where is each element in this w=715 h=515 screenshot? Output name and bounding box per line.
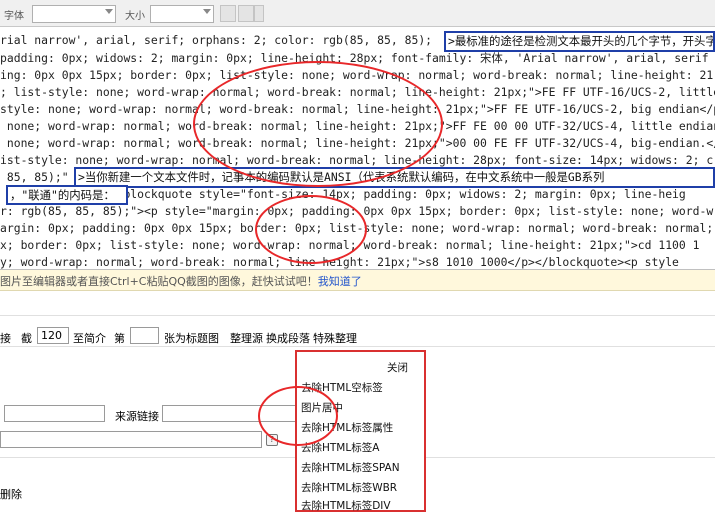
got-it-link[interactable]: 我知道了 xyxy=(318,275,362,288)
special-tidy-button[interactable]: 特殊整理 xyxy=(313,330,357,346)
tidy-source-button[interactable]: 整理源 xyxy=(230,330,263,346)
page-label: 第 xyxy=(114,332,125,345)
divider xyxy=(0,346,715,347)
change-paragraph-button[interactable]: 换成段落 xyxy=(266,330,310,346)
option-prefix: 接 xyxy=(0,332,11,345)
summary-label: 至简介 xyxy=(73,332,106,345)
code-line: rial narrow', arial, serif; orphans: 2; … xyxy=(0,33,439,47)
divider xyxy=(0,315,715,316)
menu-item-remove-wbr[interactable]: 去除HTML标签WBR xyxy=(301,480,397,495)
chevron-down-icon xyxy=(203,9,211,14)
format-button[interactable] xyxy=(220,5,236,22)
close-menu-button[interactable]: 关闭 xyxy=(387,360,408,375)
font-select[interactable] xyxy=(32,5,116,23)
annotation-ellipse xyxy=(255,195,367,264)
author-input[interactable] xyxy=(4,405,105,422)
hint-text: 图片至编辑器或者直接Ctrl+C粘贴QQ截图的图像，赶快试试吧！我知道了 xyxy=(0,275,362,288)
paste-hint-bar: 图片至编辑器或者直接Ctrl+C粘贴QQ截图的图像，赶快试试吧！我知道了 xyxy=(0,270,715,291)
size-label: 大小 xyxy=(125,11,145,22)
keywords-input[interactable] xyxy=(0,431,262,448)
annotation-ellipse xyxy=(193,61,443,187)
paste-button[interactable] xyxy=(238,5,254,22)
source-link-label: 来源链接 xyxy=(115,410,159,423)
annotation-ellipse xyxy=(258,386,338,446)
menu-item-remove-span[interactable]: 去除HTML标签SPAN xyxy=(301,460,400,475)
source-editor[interactable]: rial narrow', arial, serif; orphans: 2; … xyxy=(0,27,715,270)
highlight-box: >最标准的途径是检测文本最开头的几个字节，开头字 xyxy=(444,31,715,52)
code-line: 85, 85);" xyxy=(0,170,69,184)
title-image-index-input[interactable] xyxy=(130,327,159,344)
cut-label: 截 xyxy=(21,332,32,345)
highlight-box: ，"联通"的内码是： xyxy=(6,185,128,205)
menu-item-remove-div[interactable]: 去除HTML标签DIV xyxy=(301,498,391,513)
font-label: 字体 xyxy=(4,11,24,22)
size-select[interactable] xyxy=(150,5,214,23)
chevron-down-icon xyxy=(105,9,113,14)
delete-label: 删除 xyxy=(0,488,22,501)
title-image-label: 张为标题图 xyxy=(164,332,219,345)
summary-length-input[interactable] xyxy=(37,327,69,344)
editor-toolbar: 字体 大小 xyxy=(0,0,715,27)
toolbar-button[interactable] xyxy=(254,5,264,22)
